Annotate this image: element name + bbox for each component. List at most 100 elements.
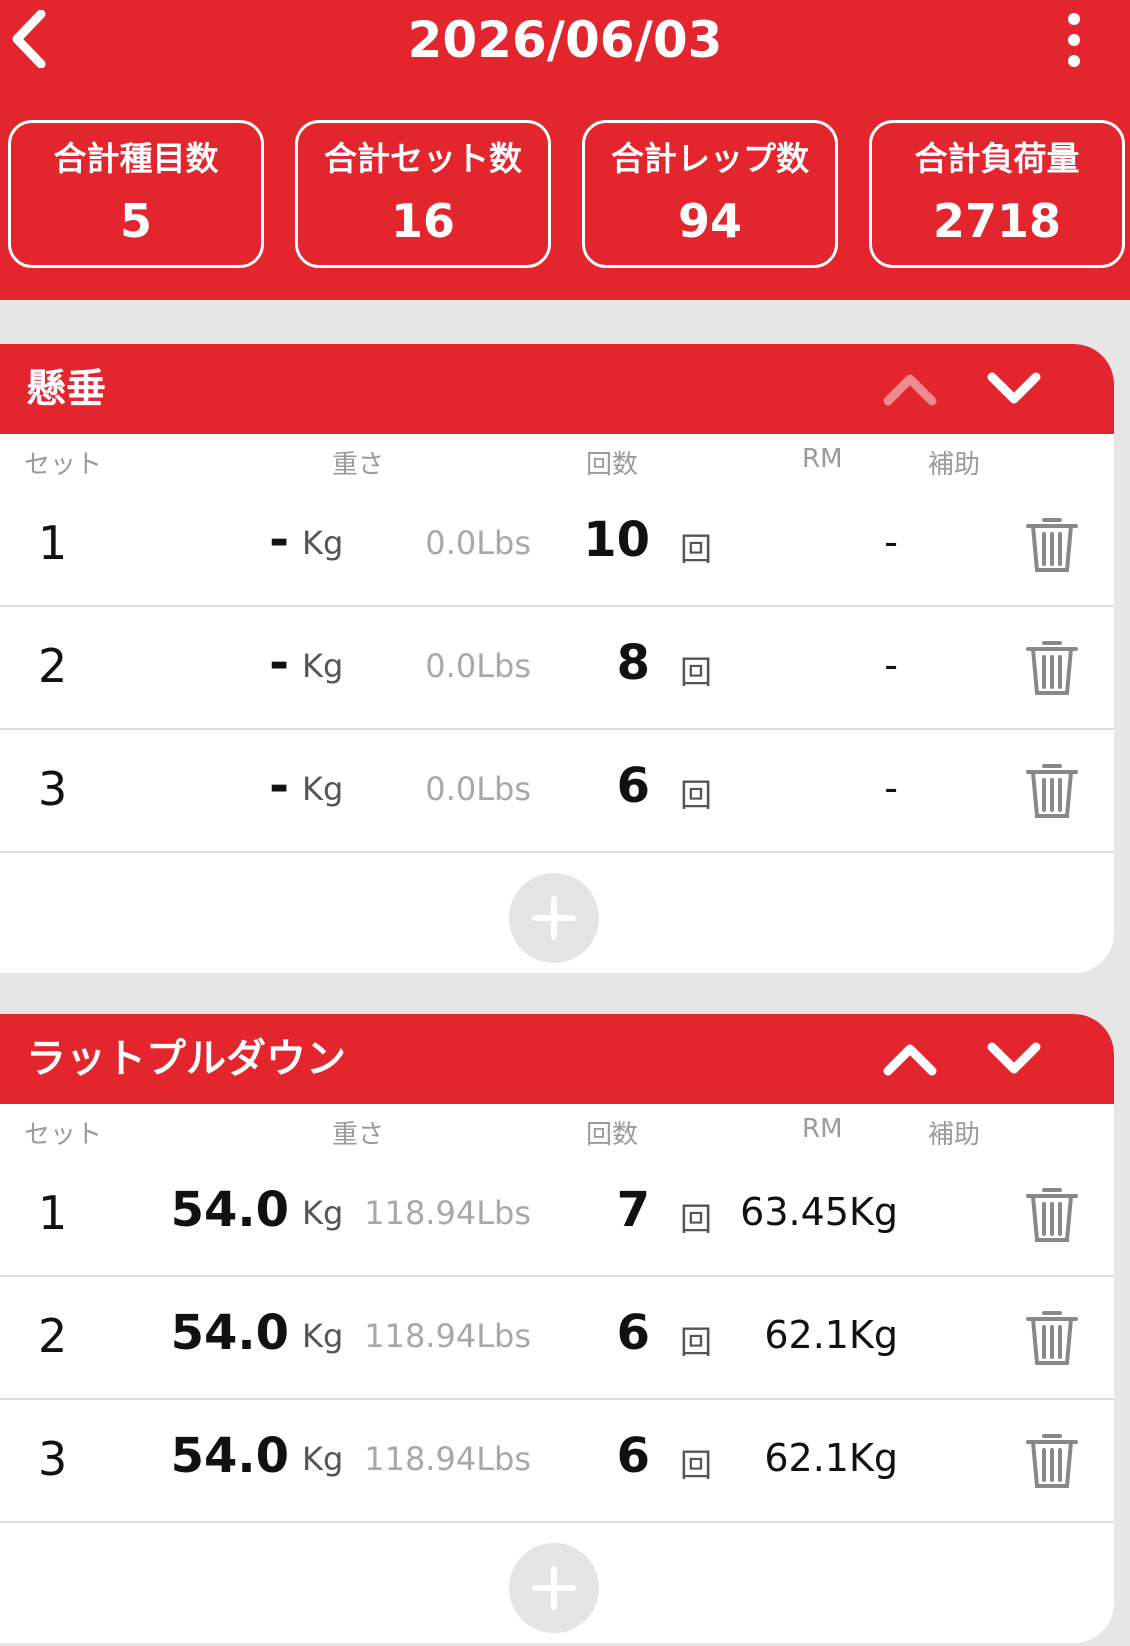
col-assist: 補助	[928, 450, 981, 480]
reps-unit: 回	[680, 776, 713, 814]
weight-value[interactable]: 54.0	[171, 1182, 289, 1238]
column-headers: セット 重さ 回数 RM 補助	[0, 1104, 1114, 1154]
set-row[interactable]: 3 - Kg 0.0Lbs 6 回 -	[0, 730, 1114, 853]
col-weight: 重さ	[332, 1120, 385, 1150]
set-row[interactable]: 2 54.0 Kg 118.94Lbs 6 回 62.1Kg	[0, 1277, 1114, 1400]
reps-unit: 回	[680, 530, 713, 568]
add-set-row	[0, 853, 1114, 973]
exercise-header: 懸垂	[0, 344, 1114, 434]
col-reps: 回数	[586, 1120, 639, 1150]
exercise-card: ラットプルダウン セット 重さ 回数 RM 補助 1 54.0 Kg 118.9…	[0, 1014, 1114, 1643]
stats-row: 合計種目数 5 合計セット数 16 合計レップ数 94 合計負荷量 2718	[8, 120, 1125, 270]
reps-value[interactable]: 10	[583, 512, 650, 568]
stat-label: 合計種目数	[53, 139, 219, 178]
col-rm: RM	[802, 444, 843, 474]
chevron-down-icon	[987, 372, 1041, 404]
set-row[interactable]: 3 54.0 Kg 118.94Lbs 6 回 62.1Kg	[0, 1400, 1114, 1523]
trash-icon[interactable]	[1024, 760, 1080, 822]
trash-icon[interactable]	[1024, 514, 1080, 576]
rm-value: -	[884, 520, 898, 564]
move-down-button[interactable]	[984, 362, 1044, 416]
col-set: セット	[24, 1120, 103, 1150]
chevron-down-icon	[987, 1042, 1041, 1074]
stat-label: 合計レップ数	[611, 139, 809, 178]
stat-label: 合計負荷量	[914, 139, 1080, 178]
chevron-up-icon	[883, 1044, 937, 1076]
lbs-value: 0.0Lbs	[425, 770, 531, 808]
lbs-value: 0.0Lbs	[425, 647, 531, 685]
kg-unit: Kg	[302, 1440, 344, 1478]
col-weight: 重さ	[332, 450, 385, 480]
reps-value[interactable]: 6	[617, 1428, 650, 1484]
rm-value: -	[884, 766, 898, 810]
reps-value[interactable]: 6	[617, 758, 650, 814]
stat-value: 94	[677, 194, 742, 248]
col-assist: 補助	[928, 1120, 981, 1150]
lbs-value: 118.94Lbs	[364, 1194, 531, 1232]
reps-unit: 回	[680, 1446, 713, 1484]
plus-icon	[532, 1566, 576, 1610]
reps-unit: 回	[680, 1323, 713, 1361]
trash-icon[interactable]	[1024, 1430, 1080, 1492]
exercise-title: ラットプルダウン	[26, 1036, 346, 1082]
reps-value[interactable]: 8	[617, 635, 650, 691]
stat-total-reps: 合計レップ数 94	[582, 120, 838, 268]
lbs-value: 118.94Lbs	[364, 1317, 531, 1355]
add-set-row	[0, 1523, 1114, 1643]
set-number: 1	[38, 1186, 68, 1240]
set-row[interactable]: 1 54.0 Kg 118.94Lbs 7 回 63.45Kg	[0, 1154, 1114, 1277]
set-number: 2	[38, 639, 68, 693]
kg-unit: Kg	[302, 647, 344, 685]
move-up-button[interactable]	[880, 1032, 940, 1086]
trash-icon[interactable]	[1024, 637, 1080, 699]
add-set-button[interactable]	[509, 873, 599, 963]
lbs-value: 118.94Lbs	[364, 1440, 531, 1478]
page-title: 2026/06/03	[407, 11, 723, 69]
exercise-title: 懸垂	[26, 366, 106, 412]
col-reps: 回数	[586, 450, 639, 480]
stat-label: 合計セット数	[324, 139, 522, 178]
set-number: 3	[38, 1432, 68, 1486]
more-vertical-icon	[1068, 13, 1080, 67]
col-set: セット	[24, 450, 103, 480]
set-row[interactable]: 2 - Kg 0.0Lbs 8 回 -	[0, 607, 1114, 730]
stat-value: 2718	[932, 194, 1062, 248]
kg-unit: Kg	[302, 524, 344, 562]
add-set-button[interactable]	[509, 1543, 599, 1633]
move-down-button[interactable]	[984, 1032, 1044, 1086]
reps-value[interactable]: 7	[617, 1182, 650, 1238]
reps-value[interactable]: 6	[617, 1305, 650, 1361]
stat-value: 5	[119, 194, 152, 248]
weight-value[interactable]: -	[269, 758, 289, 814]
exercise-card: 懸垂 セット 重さ 回数 RM 補助 1 - Kg 0.0Lbs 10 回 - …	[0, 344, 1114, 973]
set-number: 3	[38, 762, 68, 816]
header-bar: 2026/06/03 合計種目数 5 合計セット数 16 合計レップ数 94 合…	[0, 0, 1130, 300]
weight-value[interactable]: -	[269, 635, 289, 691]
kg-unit: Kg	[302, 1194, 344, 1232]
reps-unit: 回	[680, 653, 713, 691]
stat-total-exercises: 合計種目数 5	[8, 120, 264, 268]
move-up-button[interactable]	[880, 362, 940, 416]
rm-value: 62.1Kg	[764, 1436, 898, 1480]
weight-value[interactable]: 54.0	[171, 1305, 289, 1361]
weight-value[interactable]: 54.0	[171, 1428, 289, 1484]
set-number: 1	[38, 516, 68, 570]
weight-value[interactable]: -	[269, 512, 289, 568]
kg-unit: Kg	[302, 1317, 344, 1355]
plus-icon	[532, 896, 576, 940]
stat-value: 16	[390, 194, 455, 248]
trash-icon[interactable]	[1024, 1184, 1080, 1246]
rm-value: -	[884, 643, 898, 687]
lbs-value: 0.0Lbs	[425, 524, 531, 562]
column-headers: セット 重さ 回数 RM 補助	[0, 434, 1114, 484]
more-options-button[interactable]	[1054, 10, 1094, 70]
stat-total-volume: 合計負荷量 2718	[869, 120, 1125, 268]
chevron-up-icon	[883, 374, 937, 406]
set-row[interactable]: 1 - Kg 0.0Lbs 10 回 -	[0, 484, 1114, 607]
trash-icon[interactable]	[1024, 1307, 1080, 1369]
kg-unit: Kg	[302, 770, 344, 808]
reps-unit: 回	[680, 1200, 713, 1238]
rm-value: 62.1Kg	[764, 1313, 898, 1357]
rm-value: 63.45Kg	[740, 1190, 898, 1234]
set-number: 2	[38, 1309, 68, 1363]
